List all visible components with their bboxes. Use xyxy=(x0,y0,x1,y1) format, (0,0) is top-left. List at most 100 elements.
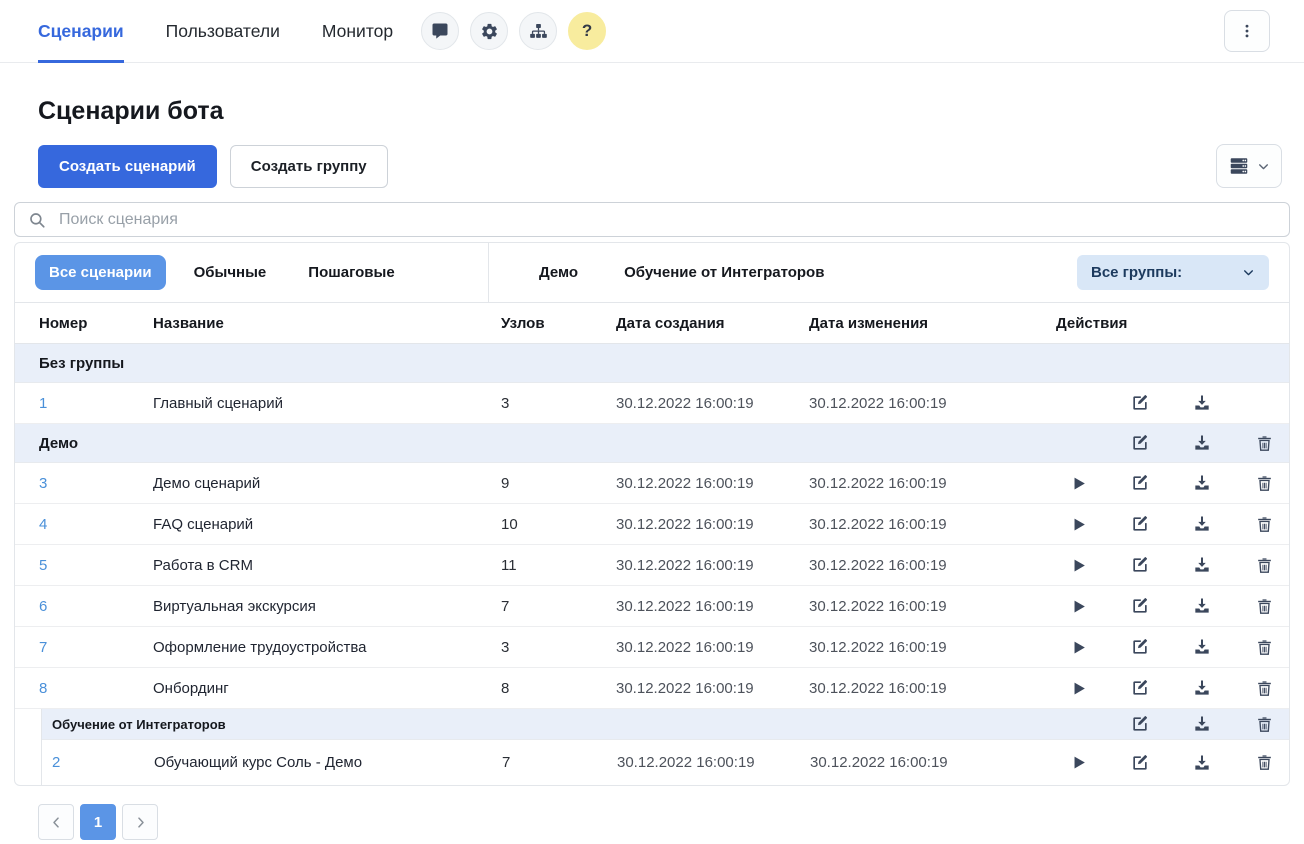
delete-button[interactable] xyxy=(1252,635,1276,659)
pagination-prev-button[interactable] xyxy=(38,804,74,840)
scenario-nodes-count: 3 xyxy=(501,395,616,412)
delete-button[interactable] xyxy=(1252,751,1276,775)
actions-cell xyxy=(1056,553,1289,577)
edit-button[interactable] xyxy=(1128,553,1152,577)
edit-button[interactable] xyxy=(1128,712,1152,736)
pagination-next-button[interactable] xyxy=(122,804,158,840)
play-icon xyxy=(1069,515,1088,534)
chevron-left-icon xyxy=(49,815,64,830)
actions-cell xyxy=(1056,635,1289,659)
edit-button[interactable] xyxy=(1128,431,1152,455)
chevron-right-icon xyxy=(133,815,148,830)
delete-button[interactable] xyxy=(1252,676,1276,700)
delete-button[interactable] xyxy=(1252,512,1276,536)
play-button[interactable] xyxy=(1066,512,1090,536)
chat-button[interactable] xyxy=(421,12,459,50)
play-icon xyxy=(1069,597,1088,616)
scenario-number-link[interactable]: 2 xyxy=(42,754,154,771)
search-icon xyxy=(28,211,46,229)
nav-tab-monitor[interactable]: Монитор xyxy=(322,0,393,62)
play-button[interactable] xyxy=(1066,676,1090,700)
action-placeholder xyxy=(1066,391,1090,415)
scenario-number-link[interactable]: 3 xyxy=(15,475,153,492)
table-row: 5Работа в CRM1130.12.2022 16:00:1930.12.… xyxy=(15,545,1289,586)
search-input[interactable] xyxy=(57,210,1276,230)
action-placeholder xyxy=(1066,712,1090,736)
scenario-number-link[interactable]: 4 xyxy=(15,516,153,533)
table-row: 4FAQ сценарий1030.12.2022 16:00:1930.12.… xyxy=(15,504,1289,545)
scenario-number-link[interactable]: 1 xyxy=(15,395,153,412)
view-mode-button[interactable] xyxy=(1216,144,1282,188)
play-button[interactable] xyxy=(1066,594,1090,618)
chat-icon xyxy=(431,22,449,40)
group-header-row: Обучение от Интеграторов xyxy=(42,709,1289,740)
download-button[interactable] xyxy=(1190,431,1214,455)
download-button[interactable] xyxy=(1190,594,1214,618)
play-button[interactable] xyxy=(1066,471,1090,495)
download-icon xyxy=(1192,555,1212,575)
download-button[interactable] xyxy=(1190,553,1214,577)
scenarios-panel: Все сценарии Обычные Пошаговые Демо Обучени… xyxy=(14,242,1290,786)
scenario-name: Обучающий курс Соль - Демо xyxy=(154,754,502,771)
delete-button[interactable] xyxy=(1252,553,1276,577)
scenario-number-link[interactable]: 8 xyxy=(15,680,153,697)
scenario-nodes-count: 11 xyxy=(501,557,616,574)
created-date: 30.12.2022 16:00:19 xyxy=(616,395,809,412)
column-header-0: Номер xyxy=(15,315,153,332)
download-button[interactable] xyxy=(1190,635,1214,659)
create-scenario-button[interactable]: Создать сценарий xyxy=(38,145,217,188)
play-button[interactable] xyxy=(1066,751,1090,775)
list-view-icon xyxy=(1228,155,1250,177)
download-button[interactable] xyxy=(1190,391,1214,415)
filter-type-tab-2[interactable]: Пошаговые xyxy=(294,255,408,290)
download-button[interactable] xyxy=(1190,751,1214,775)
edit-button[interactable] xyxy=(1128,751,1152,775)
scenario-name: Виртуальная экскурсия xyxy=(153,598,501,615)
filter-type-tab-1[interactable]: Обычные xyxy=(180,255,281,290)
structure-button[interactable] xyxy=(519,12,557,50)
edit-button[interactable] xyxy=(1128,676,1152,700)
nav-tab-users[interactable]: Пользователи xyxy=(166,0,280,62)
chevron-down-icon xyxy=(1242,266,1255,279)
scenario-number-link[interactable]: 6 xyxy=(15,598,153,615)
delete-button[interactable] xyxy=(1252,712,1276,736)
delete-button[interactable] xyxy=(1252,594,1276,618)
groups-dropdown[interactable]: Все группы: xyxy=(1077,255,1269,290)
group-header-row: Без группы xyxy=(15,344,1289,383)
modified-date: 30.12.2022 16:00:19 xyxy=(809,680,1056,697)
actions-cell xyxy=(1057,751,1289,775)
actions-cell xyxy=(1057,712,1289,736)
play-button[interactable] xyxy=(1066,553,1090,577)
play-button[interactable] xyxy=(1066,635,1090,659)
modified-date: 30.12.2022 16:00:19 xyxy=(809,516,1056,533)
more-menu-button[interactable] xyxy=(1224,10,1270,52)
help-button[interactable]: ? xyxy=(568,12,606,50)
filter-group-tab-1[interactable]: Обучение от Интеграторов xyxy=(610,255,838,290)
settings-button[interactable] xyxy=(470,12,508,50)
edit-button[interactable] xyxy=(1128,512,1152,536)
pagination-page-1[interactable]: 1 xyxy=(80,804,116,840)
action-placeholder xyxy=(1066,351,1090,375)
filter-group-tab-0[interactable]: Демо xyxy=(525,255,592,290)
delete-button[interactable] xyxy=(1252,431,1276,455)
create-group-button[interactable]: Создать группу xyxy=(230,145,388,188)
edit-button[interactable] xyxy=(1128,391,1152,415)
edit-button[interactable] xyxy=(1128,471,1152,495)
filter-type-tab-0[interactable]: Все сценарии xyxy=(35,255,166,290)
modified-date: 30.12.2022 16:00:19 xyxy=(809,598,1056,615)
delete-button[interactable] xyxy=(1252,471,1276,495)
edit-button[interactable] xyxy=(1128,594,1152,618)
download-button[interactable] xyxy=(1190,512,1214,536)
edit-button[interactable] xyxy=(1128,635,1152,659)
delete-icon xyxy=(1255,715,1274,734)
download-button[interactable] xyxy=(1190,712,1214,736)
scenario-number-link[interactable]: 7 xyxy=(15,639,153,656)
main-content: Сценарии бота Создать сценарий Создать г… xyxy=(0,97,1304,840)
download-button[interactable] xyxy=(1190,676,1214,700)
table-header: НомерНазваниеУзловДата созданияДата изме… xyxy=(15,302,1289,344)
nav-tab-scenarios[interactable]: Сценарии xyxy=(38,0,124,62)
search-bar[interactable] xyxy=(14,202,1290,237)
scenario-number-link[interactable]: 5 xyxy=(15,557,153,574)
download-button[interactable] xyxy=(1190,471,1214,495)
column-header-4: Дата изменения xyxy=(809,315,1056,332)
